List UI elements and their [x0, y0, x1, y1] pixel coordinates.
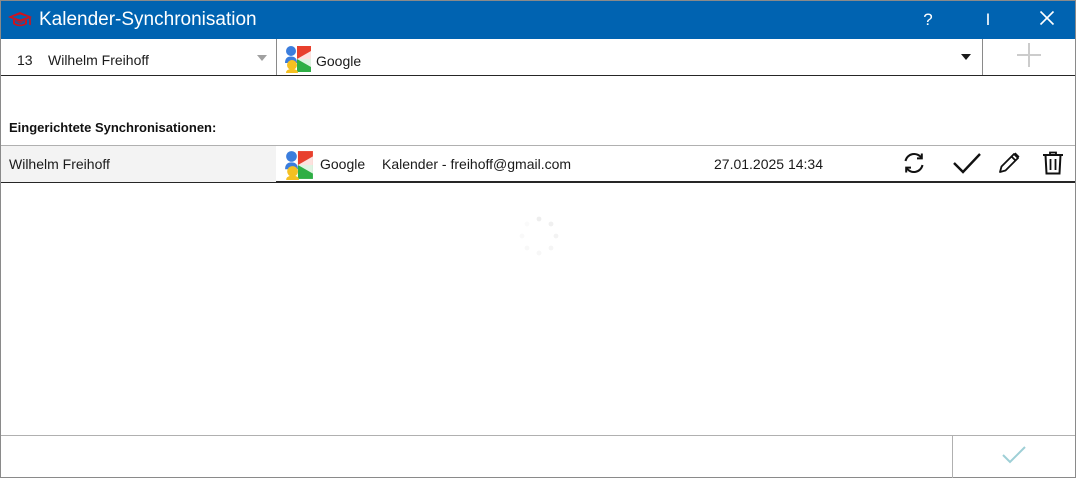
loading-spinner-icon	[517, 214, 561, 258]
delete-button[interactable]	[1039, 151, 1067, 179]
pencil-icon	[996, 150, 1022, 181]
trash-icon	[1041, 150, 1065, 181]
sync-now-button[interactable]	[900, 151, 928, 179]
footer-bar	[1, 435, 1075, 478]
section-title: Eingerichtete Synchronisationen:	[9, 120, 217, 135]
chevron-down-icon	[961, 54, 971, 60]
table-row[interactable]: Wilhelm Freihoff Google Kalender - freih…	[1, 145, 1075, 183]
close-icon	[1039, 10, 1055, 31]
window-title: Kalender-Synchronisation	[39, 9, 257, 30]
help-button[interactable]: ?	[906, 1, 950, 39]
add-sync-button[interactable]	[983, 39, 1075, 75]
close-button[interactable]	[1025, 1, 1069, 39]
text-cursor-icon[interactable]: I	[966, 1, 1010, 39]
user-number: 13	[17, 52, 33, 68]
chevron-down-icon	[257, 55, 267, 61]
graduation-cap-icon	[7, 9, 33, 31]
row-provider: Google	[320, 156, 366, 172]
title-bar: Kalender-Synchronisation ? I	[1, 1, 1075, 39]
row-user-cell: Wilhelm Freihoff	[1, 146, 276, 182]
check-icon	[1001, 445, 1027, 470]
plus-icon	[1015, 41, 1043, 74]
user-name: Wilhelm Freihoff	[48, 52, 149, 68]
row-last-sync-date: 27.01.2025 14:34	[714, 156, 823, 172]
google-logo-icon	[284, 150, 314, 180]
row-user-name: Wilhelm Freihoff	[9, 156, 110, 172]
dialog-window: Kalender-Synchronisation ? I 13 Wilhelm …	[0, 0, 1076, 478]
google-logo-icon	[284, 45, 312, 73]
provider-name: Google	[316, 53, 362, 69]
activate-button[interactable]	[953, 151, 981, 179]
check-icon	[952, 150, 982, 181]
ok-button[interactable]	[953, 436, 1075, 478]
sync-icon	[901, 150, 927, 181]
edit-button[interactable]	[995, 151, 1023, 179]
provider-dropdown[interactable]: Google	[277, 39, 983, 75]
toolbar: 13 Wilhelm Freihoff Google	[1, 39, 1075, 76]
user-dropdown[interactable]: 13 Wilhelm Freihoff	[1, 39, 277, 75]
row-calendar: Kalender - freihoff@gmail.com	[382, 156, 572, 172]
